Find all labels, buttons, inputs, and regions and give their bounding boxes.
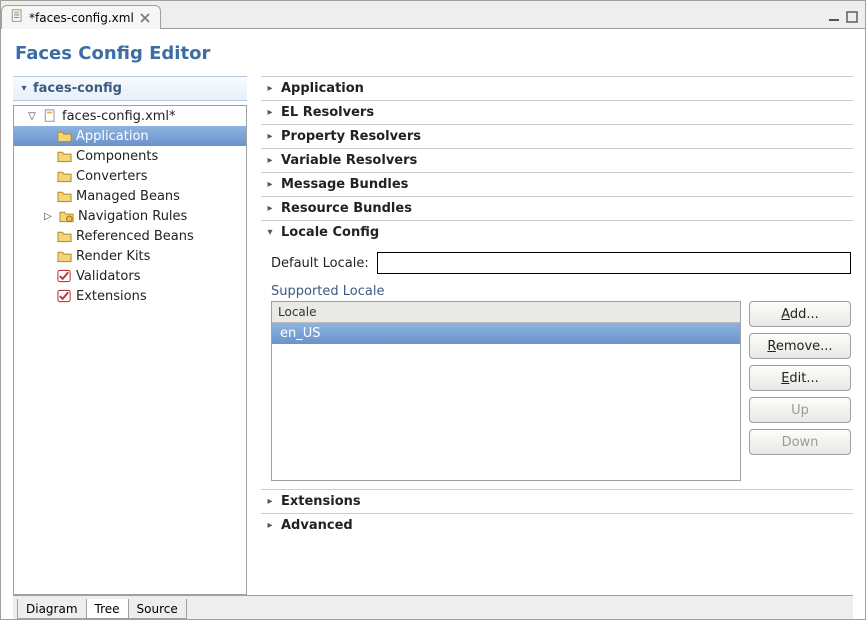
section-el-resolvers[interactable]: ▸ EL Resolvers	[261, 101, 853, 124]
folder-nav-icon	[58, 208, 74, 224]
chevron-right-icon: ▸	[265, 520, 275, 531]
tree-item-application[interactable]: Application	[14, 126, 246, 146]
chevron-right-icon: ▸	[265, 107, 275, 118]
check-icon	[56, 268, 72, 284]
editor-area: Faces Config Editor ▾ faces-config ▽	[1, 29, 865, 619]
section-variable-resolvers[interactable]: ▸ Variable Resolvers	[261, 149, 853, 172]
section-label: Advanced	[281, 518, 353, 533]
tree-item-label: Referenced Beans	[76, 229, 194, 244]
tree-section-title: faces-config	[33, 81, 122, 96]
section-label: Variable Resolvers	[281, 153, 417, 168]
expand-toggle-icon[interactable]: ▷	[42, 211, 54, 222]
section-label: EL Resolvers	[281, 105, 374, 120]
section-label: Application	[281, 81, 364, 96]
tab-diagram[interactable]: Diagram	[17, 599, 87, 619]
expand-toggle-icon[interactable]: ▽	[26, 111, 38, 122]
section-advanced[interactable]: ▸ Advanced	[261, 514, 853, 537]
remove-button[interactable]: Remove...	[749, 333, 851, 359]
chevron-right-icon: ▸	[265, 203, 275, 214]
faces-file-icon	[10, 9, 25, 26]
tree-item-managed-beans[interactable]: Managed Beans	[14, 186, 246, 206]
add-button[interactable]: Add...	[749, 301, 851, 327]
expand-icon: ▾	[19, 83, 29, 94]
config-tree[interactable]: ▽ faces-config.xml* Applicat	[13, 105, 247, 595]
section-extensions[interactable]: ▸ Extensions	[261, 490, 853, 513]
locale-table[interactable]: Locale en_US	[271, 301, 741, 481]
tree-root-label: faces-config.xml*	[62, 109, 176, 124]
tree-item-navigation-rules[interactable]: ▷ Navigation Rules	[14, 206, 246, 226]
file-tabbar: *faces-config.xml	[1, 1, 865, 29]
xml-file-icon	[42, 108, 58, 124]
tree-item-components[interactable]: Components	[14, 146, 246, 166]
default-locale-label: Default Locale:	[271, 256, 369, 271]
editor-mode-tabs: Diagram Tree Source	[13, 595, 853, 619]
section-label: Message Bundles	[281, 177, 408, 192]
close-tab-icon[interactable]	[138, 11, 152, 25]
locale-buttons: Add... Remove... Edit... Up Down	[749, 301, 851, 481]
page-title: Faces Config Editor	[15, 43, 853, 64]
tree-item-label: Managed Beans	[76, 189, 180, 204]
up-button[interactable]: Up	[749, 397, 851, 423]
left-pane: ▾ faces-config ▽ faces-config.x	[13, 76, 247, 595]
tree-item-referenced-beans[interactable]: Referenced Beans	[14, 226, 246, 246]
tab-source[interactable]: Source	[128, 599, 187, 619]
section-property-resolvers[interactable]: ▸ Property Resolvers	[261, 125, 853, 148]
locale-row[interactable]: en_US	[272, 323, 740, 344]
tree-item-label: Render Kits	[76, 249, 150, 264]
maximize-icon[interactable]	[845, 9, 859, 28]
section-label: Extensions	[281, 494, 361, 509]
section-label: Property Resolvers	[281, 129, 421, 144]
folder-icon	[56, 168, 72, 184]
locale-config-body: Default Locale: Supported Locale Locale …	[261, 244, 853, 489]
window-controls	[827, 9, 865, 28]
chevron-right-icon: ▸	[265, 83, 275, 94]
folder-icon	[56, 228, 72, 244]
tree-item-label: Application	[76, 129, 149, 144]
editor-window: *faces-config.xml Faces Config Editor ▾ …	[0, 0, 866, 620]
check-icon	[56, 288, 72, 304]
tree-item-extensions[interactable]: Extensions	[14, 286, 246, 306]
chevron-right-icon: ▸	[265, 496, 275, 507]
down-button[interactable]: Down	[749, 429, 851, 455]
right-pane: ▸ Application ▸ EL Resolvers ▸ Property Res…	[261, 76, 853, 595]
section-label: Resource Bundles	[281, 201, 412, 216]
supported-locale-label: Supported Locale	[271, 284, 851, 299]
file-tab-label: *faces-config.xml	[29, 11, 134, 25]
chevron-right-icon: ▸	[265, 179, 275, 190]
tree-item-render-kits[interactable]: Render Kits	[14, 246, 246, 266]
tree-section-head[interactable]: ▾ faces-config	[13, 76, 247, 101]
folder-icon	[56, 128, 72, 144]
section-message-bundles[interactable]: ▸ Message Bundles	[261, 173, 853, 196]
split-pane: ▾ faces-config ▽ faces-config.x	[13, 76, 853, 595]
folder-icon	[56, 148, 72, 164]
chevron-down-icon: ▾	[265, 227, 275, 238]
minimize-icon[interactable]	[827, 9, 841, 28]
tab-tree[interactable]: Tree	[86, 599, 129, 619]
section-locale-config[interactable]: ▾ Locale Config	[261, 221, 853, 244]
section-application[interactable]: ▸ Application	[261, 77, 853, 100]
tree-item-label: Converters	[76, 169, 148, 184]
section-resource-bundles[interactable]: ▸ Resource Bundles	[261, 197, 853, 220]
tree-item-converters[interactable]: Converters	[14, 166, 246, 186]
tree-item-label: Validators	[76, 269, 140, 284]
tree-item-label: Extensions	[76, 289, 147, 304]
tree-item-label: Navigation Rules	[78, 209, 187, 224]
chevron-right-icon: ▸	[265, 131, 275, 142]
folder-icon	[56, 248, 72, 264]
chevron-right-icon: ▸	[265, 155, 275, 166]
file-tab[interactable]: *faces-config.xml	[1, 5, 161, 29]
default-locale-input[interactable]	[377, 252, 851, 274]
tree-item-label: Components	[76, 149, 158, 164]
edit-button[interactable]: Edit...	[749, 365, 851, 391]
section-label: Locale Config	[281, 225, 379, 240]
locale-table-header: Locale	[272, 302, 740, 323]
tree-root[interactable]: ▽ faces-config.xml*	[14, 106, 246, 126]
folder-icon	[56, 188, 72, 204]
tree-item-validators[interactable]: Validators	[14, 266, 246, 286]
